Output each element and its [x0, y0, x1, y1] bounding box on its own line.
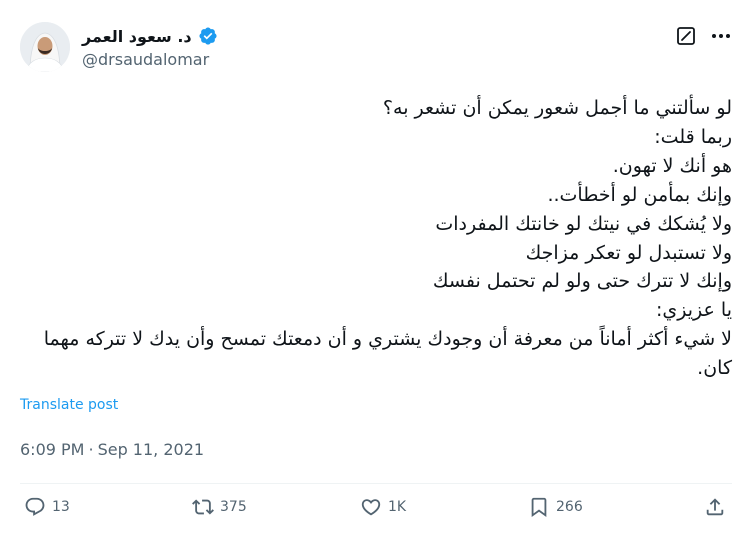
bookmark-icon	[531, 497, 547, 518]
like-button[interactable]: 1K	[360, 496, 406, 518]
tweet-line: ولا يُشكك في نيتك لو خانتك المفردات	[435, 212, 732, 235]
tweet-line: يا عزيزي:	[656, 299, 732, 322]
repost-icon	[192, 499, 214, 515]
avatar[interactable]	[20, 22, 70, 72]
reply-button[interactable]: 13	[24, 496, 70, 518]
tweet-line: هو أنك لا تهون.	[612, 154, 732, 177]
tweet-header: د. سعود العمر @drsaudalomar	[20, 22, 732, 76]
handle[interactable]: @drsaudalomar	[82, 50, 209, 69]
timestamp: 6:09 PM · Sep 11, 2021	[20, 440, 204, 459]
tweet-line: وإنك لا تترك حتى ولو لم تحتمل نفسك	[432, 270, 732, 293]
more-icon[interactable]	[710, 26, 732, 46]
tweet-line: وإنك بمأمن لو أخطأت..	[547, 183, 732, 206]
share-button[interactable]	[704, 496, 726, 518]
like-count: 1K	[388, 499, 407, 515]
display-name[interactable]: د. سعود العمر	[82, 27, 192, 46]
like-icon	[361, 499, 381, 516]
repost-count: 375	[220, 499, 247, 515]
tweet-line: لا شيء أكثر أماناً من معرفة أن وجودك يشت…	[43, 328, 732, 380]
header-actions	[676, 26, 732, 46]
name-line: د. سعود العمر	[82, 26, 218, 46]
translate-post-link[interactable]: Translate post	[20, 397, 118, 413]
reply-icon	[25, 497, 45, 516]
bookmark-count: 266	[556, 499, 583, 515]
reply-count: 13	[52, 499, 70, 515]
tweet-text: لو سألتني ما أجمل شعور يمكن أن تشعر به؟ …	[20, 94, 732, 383]
timestamp-separator: ·	[88, 440, 94, 459]
share-icon	[706, 498, 724, 516]
tweet-date[interactable]: Sep 11, 2021	[98, 440, 205, 459]
tweet-line: لو سألتني ما أجمل شعور يمكن أن تشعر به؟	[382, 97, 732, 119]
action-bar: 13 375 1K 266	[20, 496, 732, 530]
divider	[20, 483, 732, 484]
tweet-line: ولا تستبدل لو تعكر مزاجك	[525, 241, 732, 264]
bookmark-button[interactable]: 266	[528, 496, 583, 518]
tweet-time[interactable]: 6:09 PM	[20, 440, 84, 459]
repost-button[interactable]: 375	[192, 496, 247, 518]
tweet-line: ربما قلت:	[654, 125, 732, 148]
verified-badge-icon[interactable]	[198, 26, 218, 46]
grok-icon[interactable]	[676, 26, 696, 46]
